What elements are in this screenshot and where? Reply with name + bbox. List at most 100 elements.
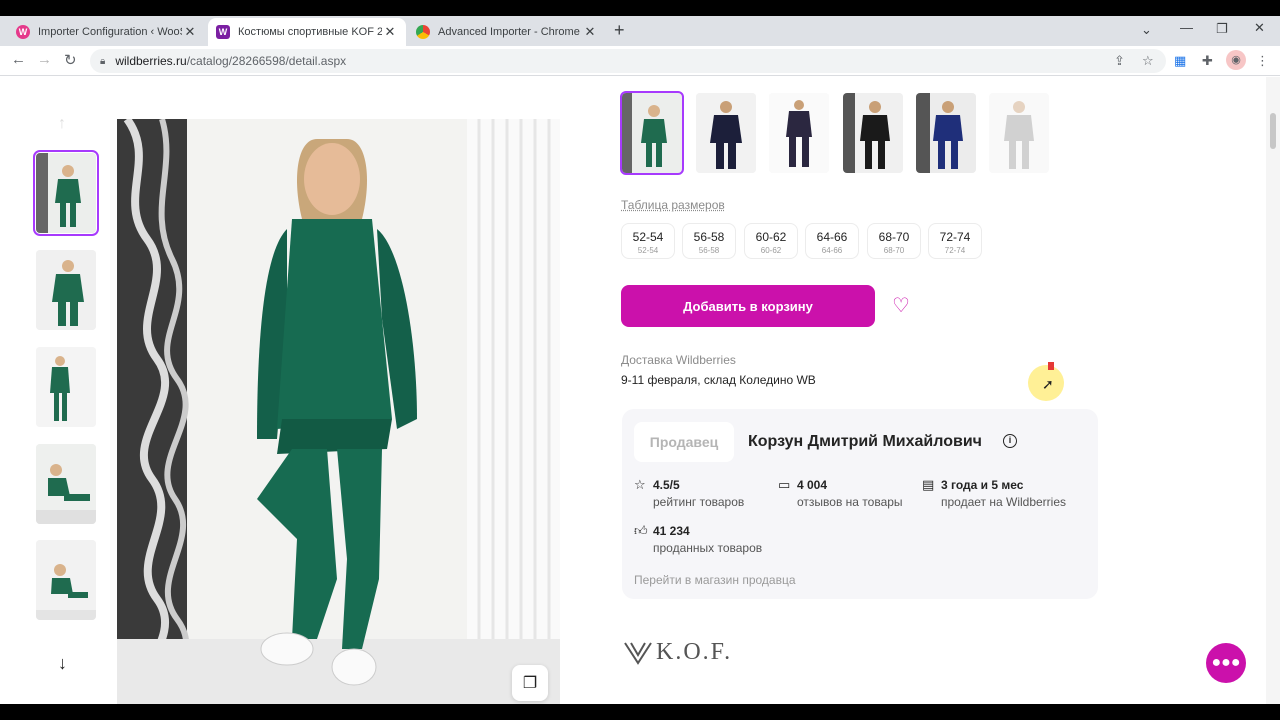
color-variant-green[interactable]	[620, 91, 684, 175]
page-scrollbar[interactable]	[1266, 77, 1280, 704]
size-option[interactable]: 68-70 68-70	[867, 223, 921, 259]
color-variant-blue[interactable]	[916, 93, 976, 173]
menu-kebab-icon[interactable]: ⋮	[1256, 53, 1269, 69]
stat-label: рейтинг товаров	[653, 495, 745, 509]
window-close-icon[interactable]: ✕	[1254, 20, 1265, 36]
stat-value: 4.5/5	[653, 478, 680, 492]
main-product-photo[interactable]: ❐	[117, 119, 560, 704]
delivery-label: Доставка Wildberries	[621, 353, 736, 367]
back-icon[interactable]: ←	[11, 51, 26, 68]
add-to-cart-button[interactable]: Добавить в корзину	[621, 285, 875, 327]
tab-search-icon[interactable]: ⌄	[1141, 22, 1152, 38]
restore-icon[interactable]: ❐	[1216, 21, 1228, 37]
tab-title: Advanced Importer - Chrome We	[438, 26, 582, 38]
close-icon[interactable]: ✕	[382, 24, 398, 40]
close-icon[interactable]: ✕	[182, 24, 198, 40]
gallery-thumbnail[interactable]	[36, 540, 96, 620]
color-variant-dark-purple[interactable]	[769, 93, 829, 173]
gallery-thumbnail[interactable]	[33, 150, 99, 236]
variant-photo	[989, 93, 1049, 173]
ru-size-label: 64-66	[821, 246, 843, 255]
ru-size-label: 56-58	[698, 246, 720, 255]
top-black-bar	[0, 0, 1280, 16]
size-label: 56-58	[693, 230, 725, 244]
model-photo-thumbnail	[36, 540, 96, 620]
gallery-down-arrow-icon[interactable]: ↓	[58, 653, 67, 674]
size-label: 60-62	[755, 230, 787, 244]
size-option[interactable]: 72-74 72-74	[928, 223, 982, 259]
ru-size-label: 72-74	[944, 246, 966, 255]
gallery-thumbnail[interactable]	[36, 444, 96, 524]
stat-value: 41 234	[653, 524, 690, 538]
copy-icon[interactable]: ❐	[512, 665, 548, 701]
model-photo-thumbnail	[36, 153, 96, 233]
stat-label: отзывов на товары	[797, 495, 903, 509]
calendar-icon: ▤	[922, 477, 935, 492]
color-variant-grey[interactable]	[989, 93, 1049, 173]
browser-toolbar: ← → ↻ 🔒︎ wildberries.ru/catalog/28266598…	[0, 46, 1280, 76]
new-tab-button[interactable]: +	[614, 20, 625, 41]
info-icon[interactable]: i	[1003, 434, 1017, 448]
tab-title: Костюмы спортивные KOF 2826	[238, 26, 382, 38]
size-label: 72-74	[939, 230, 971, 244]
minimize-icon[interactable]: —	[1180, 20, 1193, 35]
seller-store-link[interactable]: Перейти в магазин продавца	[634, 573, 796, 587]
reload-icon[interactable]: ↻	[64, 51, 77, 69]
size-label: 68-70	[878, 230, 910, 244]
model-photo-thumbnail	[36, 444, 96, 524]
stat-value: 4 004	[797, 478, 828, 492]
extension-importer-icon[interactable]: ▦	[1174, 53, 1186, 69]
tab-importer-configuration[interactable]: W Importer Configuration ‹ WooSh ✕	[8, 18, 206, 46]
tab-strip: W Importer Configuration ‹ WooSh ✕ W Кос…	[0, 16, 1280, 46]
bookmark-star-icon[interactable]: ☆	[1142, 53, 1154, 69]
profile-avatar-icon[interactable]: ◉	[1226, 50, 1246, 70]
variant-photo	[622, 93, 682, 173]
variant-photo	[916, 93, 976, 173]
mouse-pointer-icon: ➚	[1042, 376, 1054, 392]
brand-logo-text: K.O.F.	[656, 639, 733, 665]
scrollbar-thumb[interactable]	[1270, 113, 1276, 149]
size-option[interactable]: 52-54 52-54	[621, 223, 675, 259]
ru-size-label: 68-70	[883, 246, 905, 255]
gallery-up-arrow-icon[interactable]: ↑	[58, 115, 66, 133]
extensions-puzzle-icon[interactable]: ✚	[1202, 53, 1213, 69]
lock-icon: 🔒︎	[100, 55, 106, 67]
gallery-thumbnail[interactable]	[36, 347, 96, 427]
delivery-date: 9-11 февраля, склад Коледино WB	[621, 373, 816, 387]
size-label: 64-66	[816, 230, 848, 244]
size-option[interactable]: 60-62 60-62	[744, 223, 798, 259]
address-bar[interactable]: 🔒︎ wildberries.ru/catalog/28266598/detai…	[90, 49, 1166, 73]
seller-card: Продавец Корзун Дмитрий Михайлович i ☆ 4…	[622, 409, 1098, 599]
stat-label: проданных товаров	[653, 541, 763, 555]
seller-name[interactable]: Корзун Дмитрий Михайлович	[748, 433, 982, 451]
tab-advanced-importer[interactable]: Advanced Importer - Chrome We ✕	[408, 18, 606, 46]
model-in-green-tracksuit-image	[117, 119, 560, 704]
thumbs-up-icon: 👍︎	[634, 523, 648, 538]
chrome-icon	[416, 25, 430, 39]
tab-wildberries-product[interactable]: W Костюмы спортивные KOF 2826 ✕	[208, 18, 406, 46]
close-icon[interactable]: ✕	[582, 24, 598, 40]
cursor-marker	[1048, 362, 1054, 370]
brand-logo[interactable]: K.O.F.	[624, 639, 732, 666]
color-variant-navy[interactable]	[696, 93, 756, 173]
share-icon[interactable]: ⇪	[1114, 53, 1125, 69]
variant-photo	[769, 93, 829, 173]
kof-emblem-icon	[624, 641, 652, 665]
size-table-link[interactable]: Таблица размеров	[621, 198, 725, 212]
seller-tag: Продавец	[634, 422, 734, 462]
woo-icon: W	[16, 25, 30, 39]
gallery-thumbnail[interactable]	[36, 250, 96, 330]
stat-value: 3 года и 5 мес	[941, 478, 1024, 492]
bottom-black-bar	[0, 704, 1280, 720]
chat-icon[interactable]: ●●●	[1206, 643, 1246, 683]
color-variant-black[interactable]	[843, 93, 903, 173]
forward-icon[interactable]: →	[37, 51, 52, 68]
favorite-heart-icon[interactable]: ♡	[892, 293, 910, 318]
star-icon: ☆	[634, 477, 646, 492]
size-option[interactable]: 56-58 56-58	[682, 223, 736, 259]
stat-label: продает на Wildberries	[941, 495, 1067, 509]
ru-size-label: 60-62	[760, 246, 782, 255]
comment-icon: ▭	[778, 477, 791, 492]
model-photo-thumbnail	[36, 347, 96, 427]
size-option[interactable]: 64-66 64-66	[805, 223, 859, 259]
